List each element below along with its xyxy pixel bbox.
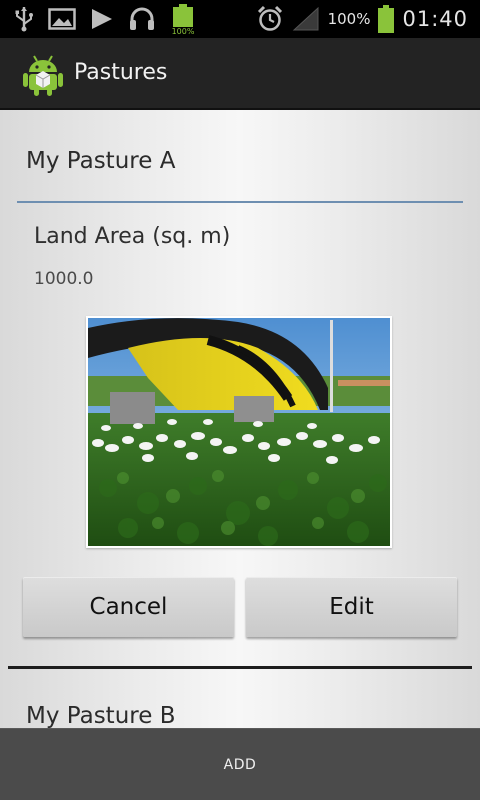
- list-divider: [8, 666, 472, 669]
- title-divider: [17, 201, 463, 203]
- clock: 01:40: [402, 7, 468, 31]
- app-title: Pastures: [74, 60, 168, 85]
- image-icon: [48, 7, 76, 31]
- edit-button[interactable]: Edit: [246, 577, 457, 637]
- android-icon[interactable]: [22, 52, 64, 96]
- battery-percent: 100%: [327, 10, 371, 28]
- pasture-title[interactable]: My Pasture B: [26, 703, 175, 728]
- pasture-photo-image: [88, 318, 390, 546]
- headset-icon: [128, 6, 156, 32]
- play-icon: [90, 7, 114, 31]
- bottom-bar: ADD: [0, 728, 480, 800]
- notification-icons: 100%: [14, 4, 196, 36]
- signal-icon: [292, 6, 320, 32]
- pasture-photo: [86, 316, 392, 548]
- pasture-title[interactable]: My Pasture A: [26, 148, 175, 174]
- action-bar: Pastures: [0, 38, 480, 110]
- pasture-list[interactable]: My Pasture A Land Area (sq. m) 1000.0 Ca…: [0, 110, 480, 728]
- system-icons: 100% 01:40: [256, 4, 468, 34]
- battery-small-label: 100%: [171, 27, 195, 36]
- cancel-button[interactable]: Cancel: [23, 577, 234, 637]
- alarm-icon: [256, 5, 284, 33]
- battery-icon: [378, 5, 395, 33]
- status-bar: 100% 100% 01:40: [0, 0, 480, 38]
- battery-icon: 100%: [170, 4, 196, 36]
- usb-icon: [14, 6, 34, 32]
- add-button[interactable]: ADD: [0, 729, 480, 800]
- land-area-label: Land Area (sq. m): [34, 224, 231, 249]
- land-area-value: 1000.0: [34, 269, 94, 289]
